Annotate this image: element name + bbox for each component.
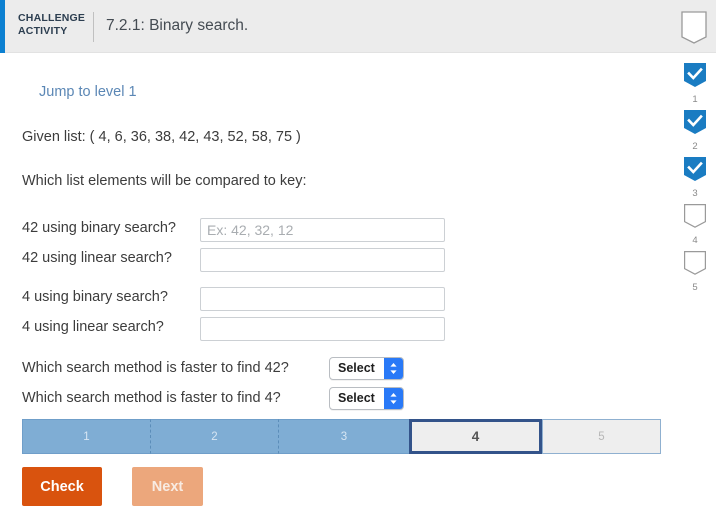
level-progress-bar: 1 2 3 4 5 [22, 419, 661, 454]
chevron-updown-icon [384, 388, 403, 409]
question-prompt: Which list elements will be compared to … [22, 173, 307, 189]
answer-input-42-linear[interactable] [200, 248, 445, 272]
check-button[interactable]: Check [22, 467, 102, 506]
level-bookmark-rail: 1 2 3 4 5 [674, 53, 716, 526]
faster-method-select-42[interactable]: Select [329, 357, 404, 380]
answer-input-4-binary[interactable] [200, 287, 445, 311]
rail-item-5[interactable]: 5 [683, 250, 707, 293]
rail-number: 5 [692, 282, 698, 293]
question-label: Which search method is faster to find 42… [22, 360, 289, 376]
activity-header: CHALLENGE ACTIVITY 7.2.1: Binary search. [0, 0, 716, 53]
given-list-text: Given list: ( 4, 6, 36, 38, 42, 43, 52, … [22, 129, 301, 145]
header-accent-bar [0, 0, 5, 53]
chevron-updown-icon [384, 358, 403, 379]
rail-number: 1 [692, 94, 698, 105]
bookmark-unchecked-icon [683, 203, 707, 234]
rail-item-2[interactable]: 2 [683, 109, 707, 152]
faster-method-select-4[interactable]: Select [329, 387, 404, 410]
next-button[interactable]: Next [132, 467, 203, 506]
rail-item-4[interactable]: 4 [683, 203, 707, 246]
question-label: 42 using linear search? [22, 250, 172, 266]
rail-item-3[interactable]: 3 [683, 156, 707, 199]
question-label: 42 using binary search? [22, 220, 176, 236]
progress-step-2[interactable]: 2 [150, 419, 278, 454]
bookmark-checked-icon [683, 109, 707, 140]
challenge-activity-page: CHALLENGE ACTIVITY 7.2.1: Binary search.… [0, 0, 716, 526]
header-divider [93, 12, 94, 42]
bookmark-checked-icon [683, 156, 707, 187]
answer-input-42-binary[interactable] [200, 218, 445, 242]
question-label: 4 using linear search? [22, 319, 164, 335]
rail-number: 3 [692, 188, 698, 199]
progress-step-1[interactable]: 1 [22, 419, 150, 454]
rail-number: 2 [692, 141, 698, 152]
rail-item-1[interactable]: 1 [683, 62, 707, 105]
progress-step-5[interactable]: 5 [542, 419, 661, 454]
bookmark-outline-icon[interactable] [677, 10, 711, 48]
bookmark-checked-icon [683, 62, 707, 93]
jump-to-level-link[interactable]: Jump to level 1 [39, 84, 137, 100]
select-value: Select [338, 361, 375, 375]
page-title: 7.2.1: Binary search. [106, 17, 249, 34]
rail-number: 4 [692, 235, 698, 246]
question-label: 4 using binary search? [22, 289, 168, 305]
activity-content: Jump to level 1 Given list: ( 4, 6, 36, … [0, 53, 674, 526]
progress-step-4[interactable]: 4 [409, 419, 542, 454]
progress-step-3[interactable]: 3 [278, 419, 409, 454]
select-value: Select [338, 391, 375, 405]
challenge-activity-label: CHALLENGE ACTIVITY [18, 12, 86, 37]
answer-input-4-linear[interactable] [200, 317, 445, 341]
bookmark-unchecked-icon [683, 250, 707, 281]
question-label: Which search method is faster to find 4? [22, 390, 281, 406]
